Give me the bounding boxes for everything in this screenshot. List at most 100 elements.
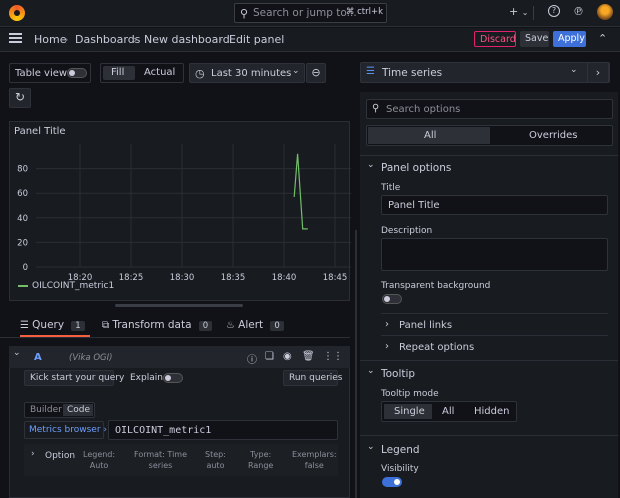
tooltip-mode-all[interactable]: All [442, 406, 454, 417]
help-icon[interactable]: ⓘ [247, 351, 257, 366]
fill-label: Fill [111, 67, 125, 78]
builder-mode-button[interactable]: Builder [30, 405, 62, 415]
discard-button[interactable]: Discard [474, 31, 516, 47]
divider [360, 155, 618, 156]
grafana-logo-icon[interactable] [9, 5, 25, 21]
y-axis-ticks: 0 20 40 60 80 [17, 165, 28, 273]
scrollbar[interactable] [355, 230, 357, 498]
search-shortcut: ⌘ ctrl+k [345, 7, 383, 17]
breadcrumb-separator: › [218, 33, 223, 46]
legend-label[interactable]: OILCOINT_metric1 [32, 281, 114, 291]
options-tabs: All Overrides [366, 125, 613, 146]
refresh-icon[interactable]: ↻ [9, 88, 31, 108]
tooltip-mode-hidden[interactable]: Hidden [474, 406, 509, 417]
query-option-item: Step: auto [205, 449, 226, 471]
visualization-label: Time series [382, 67, 443, 79]
time-range-label: Last 30 minutes [211, 68, 292, 79]
breadcrumb-home[interactable]: Home [34, 33, 66, 46]
divider [533, 6, 534, 20]
zoom-out-icon[interactable]: ⊖ [306, 63, 326, 83]
breadcrumb-dashboards[interactable]: Dashboards [75, 33, 140, 46]
panel-options-header[interactable]: Panel options [381, 162, 451, 174]
rss-icon[interactable]: ℗ [573, 5, 584, 18]
chevron-down-icon[interactable]: ⌄ [367, 442, 375, 452]
menu-icon[interactable] [9, 33, 22, 43]
divider [381, 335, 608, 336]
eye-icon[interactable]: ◉ [283, 351, 292, 362]
query-expression: OILCOINT_metric1 [115, 425, 212, 436]
tab-transform-label: Transform data [112, 319, 192, 331]
legend-visibility-label: Visibility [381, 464, 419, 474]
table-view-switch[interactable] [67, 68, 87, 78]
chevron-down-icon[interactable]: ⌄ [367, 366, 375, 376]
bell-icon: ♨ [226, 320, 235, 331]
tab-transform-data[interactable]: ⧉ Transform data 0 [102, 319, 213, 331]
trash-icon[interactable]: 🗑 [302, 351, 315, 362]
drag-handle-icon[interactable]: ⋮⋮ [323, 351, 343, 362]
tooltip-section-header[interactable]: Tooltip [381, 368, 415, 380]
metrics-browser-button[interactable]: Metrics browser › [24, 421, 107, 439]
save-button[interactable]: Save [520, 31, 549, 47]
apply-button[interactable]: Apply [553, 31, 586, 47]
tooltip-mode-radio-group: Single All Hidden [381, 401, 517, 422]
tab-alert[interactable]: ♨ Alert 0 [226, 319, 284, 331]
collapse-pane-icon[interactable]: › [587, 62, 609, 83]
timeseries-chart: 020406080 18:20 18:25 18:30 18:35 18:40 18:45 [17, 144, 351, 283]
query-row-header [9, 346, 350, 368]
legend-section-header[interactable]: Legend [381, 444, 420, 456]
promql-query-input[interactable]: OILCOINT_metric1 [108, 420, 338, 440]
y-tick-label: 80 [17, 165, 28, 175]
tab-query[interactable]: ☰ Query 1 [20, 319, 85, 331]
breadcrumb-new-dashboard[interactable]: New dashboard [144, 33, 230, 46]
query-option-key: Step: [205, 450, 226, 459]
query-option-value: Range [248, 461, 274, 470]
tab-query-label: Query [32, 319, 65, 331]
tab-alert-label: Alert [238, 319, 264, 331]
query-option-item: Type: Range [248, 449, 273, 471]
options-label: Option [45, 451, 76, 461]
query-ref-id[interactable]: A [34, 352, 42, 363]
time-range-picker[interactable]: ◷ Last 30 minutes ⌄ [189, 63, 305, 83]
new-menu-button[interactable]: + ⌄ [509, 5, 528, 18]
explain-toggle[interactable] [163, 373, 183, 383]
tab-overrides[interactable]: Overrides [529, 130, 577, 141]
y-tick-label: 0 [23, 263, 28, 273]
y-tick-label: 60 [17, 189, 28, 199]
run-queries-button[interactable]: Run queries [283, 370, 343, 386]
resize-handle[interactable] [115, 304, 243, 307]
code-mode-button[interactable]: Code [67, 405, 90, 415]
breadcrumb-separator: › [64, 33, 69, 46]
actual-button[interactable]: Actual [144, 67, 175, 78]
description-field-label: Description [381, 226, 433, 236]
panel-links-section[interactable]: Panel links [399, 320, 452, 331]
search-options-input[interactable]: ⚲ Search options [366, 99, 613, 119]
table-view-toggle[interactable]: Table view [9, 63, 91, 83]
tab-transform-count: 0 [198, 321, 213, 331]
chevron-up-icon[interactable]: ⌃ [598, 32, 607, 45]
search-bar[interactable]: ⚲ Search or jump to... ⌘ ctrl+k [234, 3, 387, 23]
tooltip-mode-single-label: Single [394, 406, 425, 417]
divider [381, 313, 608, 314]
collapse-chevron-icon[interactable]: ⌄ [13, 348, 21, 358]
help-icon[interactable]: ? [548, 5, 560, 17]
kickstart-query-button[interactable]: Kick start your query [24, 370, 124, 386]
title-input[interactable]: Panel Title [381, 195, 608, 215]
metrics-browser-label: Metrics browser [29, 425, 101, 435]
visualization-picker[interactable]: ☰ Time series ⌄ [360, 62, 610, 83]
duplicate-icon[interactable]: ❏ [265, 351, 274, 362]
query-option-item: Exemplars: false [292, 449, 337, 471]
tab-query-count: 1 [71, 321, 85, 331]
chevron-right-icon: › [31, 449, 35, 459]
table-view-label: Table view [15, 68, 68, 79]
panel-preview: Panel Title 0 20 40 60 80 18:20 18:25 18:30 18:… [9, 121, 351, 301]
builder-code-toggle: Builder Code [24, 402, 95, 418]
repeat-options-section[interactable]: Repeat options [399, 342, 474, 353]
transparent-bg-toggle[interactable] [382, 294, 402, 304]
description-textarea[interactable] [381, 238, 608, 271]
search-icon: ⚲ [240, 7, 249, 20]
run-queries-label: Run queries [289, 373, 343, 383]
user-avatar[interactable] [597, 4, 613, 20]
chevron-down-icon[interactable]: ⌄ [367, 160, 375, 170]
legend-visibility-toggle[interactable] [382, 477, 402, 487]
x-tick-label: 18:45 [323, 273, 348, 283]
